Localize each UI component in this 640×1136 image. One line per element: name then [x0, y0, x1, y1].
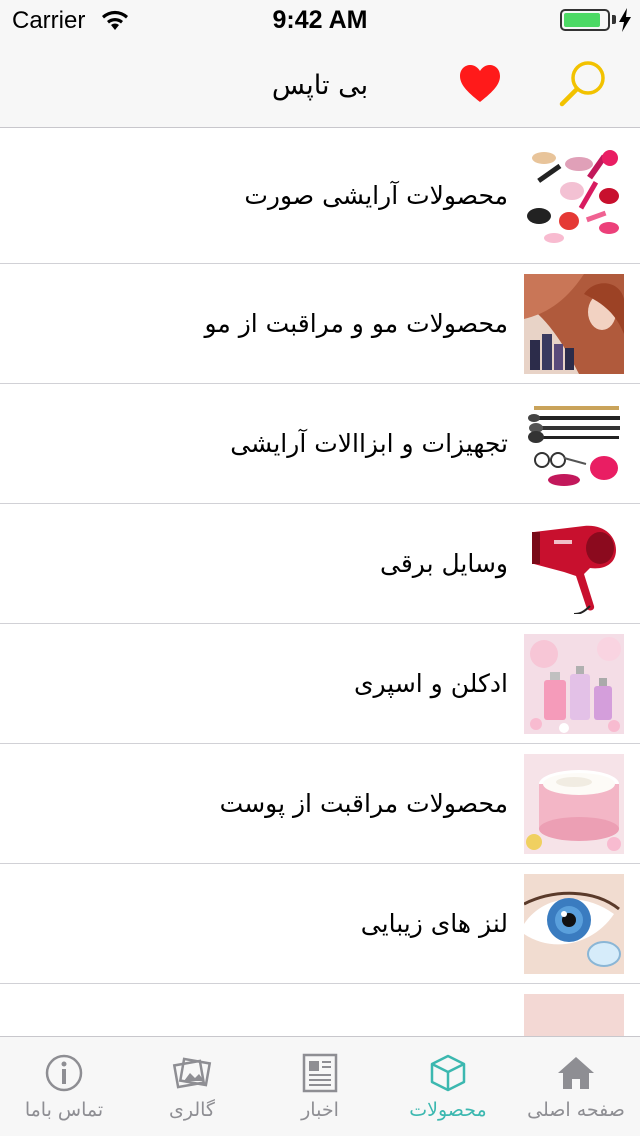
- tab-gallery[interactable]: گالری: [128, 1037, 256, 1136]
- tab-label: تماس باما: [24, 1099, 104, 1121]
- box-icon: [430, 1054, 466, 1092]
- tab-contact-us[interactable]: تماس باما: [0, 1037, 128, 1136]
- list-item-contact-lens[interactable]: لنز های زیبایی: [0, 864, 640, 984]
- gallery-icon: [172, 1057, 212, 1089]
- battery-level-fill: [564, 13, 600, 27]
- battery-tip: [612, 15, 616, 24]
- hair-dryer-thumbnail: [524, 514, 624, 614]
- list-item-perfume[interactable]: ادکلن و اسپری: [0, 624, 640, 744]
- search-icon[interactable]: [556, 56, 612, 112]
- newspaper-icon: [302, 1053, 338, 1093]
- tab-label: اخبار: [301, 1099, 339, 1121]
- tab-label: صفحه اصلی: [527, 1099, 625, 1121]
- list-item-electrical[interactable]: وسایل برقی: [0, 504, 640, 624]
- category-list: محصولات آرایشی صورت محصولات مو و مراقبت …: [0, 128, 640, 1036]
- tab-news[interactable]: اخبار: [256, 1037, 384, 1136]
- skin-cream-thumbnail: [524, 754, 624, 854]
- battery-icon: [560, 9, 610, 31]
- contact-lens-thumbnail: [524, 874, 624, 974]
- makeup-tools-thumbnail: [524, 394, 624, 494]
- screen: Carrier 9:42 AM بی تاپس محصولات آرایشی ص…: [0, 0, 640, 1136]
- list-item-label: لنز های زیبایی: [360, 909, 508, 938]
- list-item-label: تجهیزات و ابزاالات آرایشی: [230, 429, 508, 458]
- list-item-label: محصولات آرایشی صورت: [244, 181, 508, 210]
- list-item-partial[interactable]: [0, 984, 640, 1036]
- list-item-label: محصولات مراقبت از پوست: [219, 789, 508, 818]
- tab-products[interactable]: محصولات: [384, 1037, 512, 1136]
- list-item-makeup-tools[interactable]: تجهیزات و ابزاالات آرایشی: [0, 384, 640, 504]
- hair-care-thumbnail: [524, 274, 624, 374]
- tab-bar: تماس باما گالری اخبار محصولات صفحه اصلی: [0, 1036, 640, 1136]
- page-title: بی تاپس: [271, 70, 369, 101]
- tab-label: گالری: [169, 1099, 215, 1121]
- tab-home[interactable]: صفحه اصلی: [512, 1037, 640, 1136]
- list-item-skin-care[interactable]: محصولات مراقبت از پوست: [0, 744, 640, 864]
- charging-bolt-icon: [619, 8, 631, 32]
- tab-label: محصولات: [409, 1099, 487, 1121]
- list-item-hair-care[interactable]: محصولات مو و مراقبت از مو: [0, 264, 640, 384]
- info-icon: [45, 1054, 83, 1092]
- list-item-label: وسایل برقی: [379, 549, 508, 578]
- list-item-label: ادکلن و اسپری: [353, 669, 508, 698]
- heart-icon[interactable]: [458, 62, 502, 106]
- home-icon: [558, 1057, 594, 1089]
- list-item-label: محصولات مو و مراقبت از مو: [204, 309, 508, 338]
- perfume-thumbnail: [524, 634, 624, 734]
- list-item-face-makeup[interactable]: محصولات آرایشی صورت: [0, 128, 640, 264]
- navigation-bar: بی تاپس: [0, 40, 640, 128]
- lips-thumbnail: [524, 994, 624, 1036]
- status-bar: Carrier 9:42 AM: [0, 0, 640, 40]
- status-time: 9:42 AM: [272, 6, 368, 34]
- makeup-thumbnail: [524, 146, 624, 246]
